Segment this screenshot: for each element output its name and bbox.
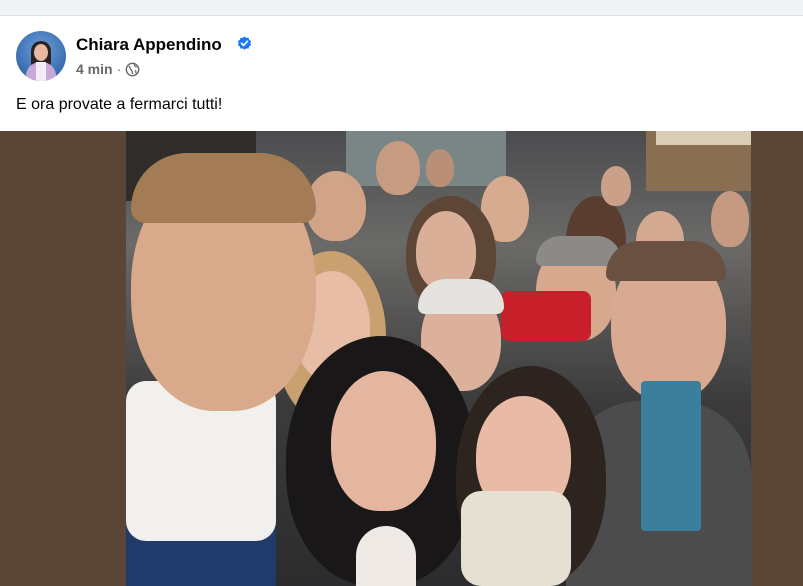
verified-badge-icon: [237, 36, 252, 50]
author-name[interactable]: Chiara Appendino: [76, 35, 222, 55]
group-selfie-photo[interactable]: [126, 131, 751, 586]
post-card: Chiara Appendino 4 min · E ora provate a…: [0, 15, 803, 586]
post-timestamp[interactable]: 4 min: [76, 61, 113, 77]
top-strip: [0, 0, 803, 15]
post-text: E ora provate a fermarci tutti!: [16, 96, 223, 113]
post-meta: 4 min ·: [76, 61, 140, 77]
post-media[interactable]: [0, 131, 803, 586]
meta-separator: ·: [116, 61, 122, 77]
author-avatar[interactable]: [16, 31, 66, 81]
globe-icon[interactable]: [125, 62, 140, 77]
